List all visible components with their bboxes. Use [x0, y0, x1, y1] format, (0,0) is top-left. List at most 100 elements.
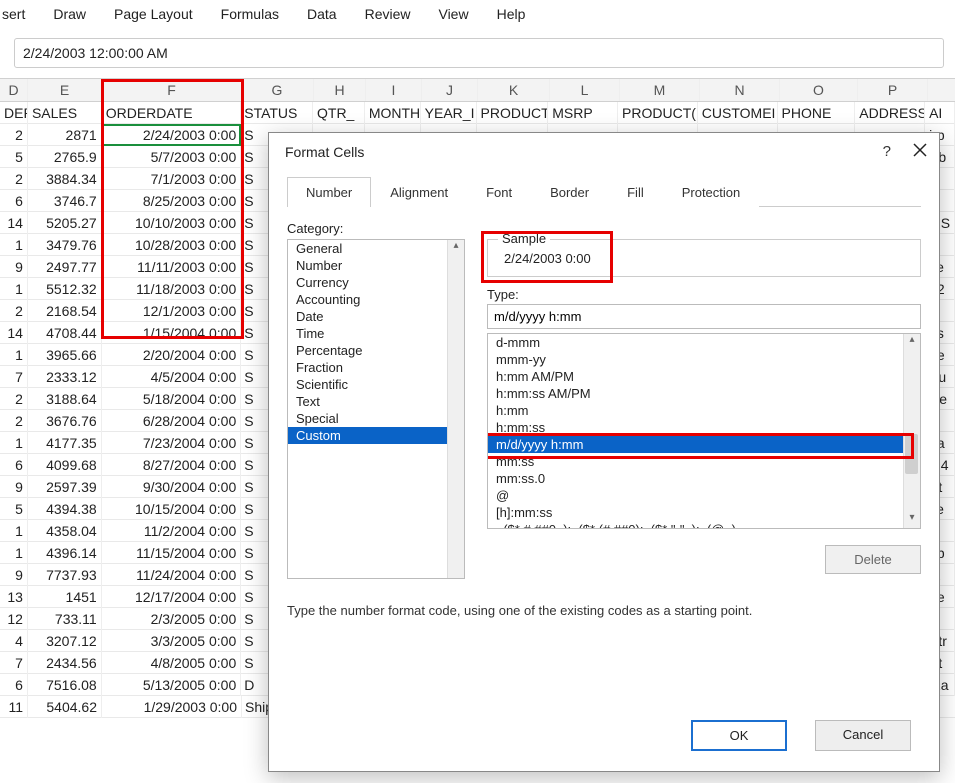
- category-list[interactable]: GeneralNumberCurrencyAccountingDateTimeP…: [287, 239, 465, 579]
- scroll-up-icon[interactable]: ▴: [904, 334, 920, 350]
- cell[interactable]: 1/29/2003 0:00: [102, 696, 242, 718]
- category-item[interactable]: Accounting: [288, 291, 464, 308]
- menu-page-layout[interactable]: Page Layout: [114, 6, 193, 22]
- menu-formulas[interactable]: Formulas: [221, 6, 279, 22]
- cell[interactable]: 10/10/2003 0:00: [102, 212, 242, 234]
- type-scrollbar[interactable]: ▴ ▾: [903, 334, 920, 528]
- type-item[interactable]: mm:ss: [488, 453, 920, 470]
- tab-number[interactable]: Number: [287, 177, 371, 207]
- cell[interactable]: 1: [0, 344, 28, 366]
- header-cell[interactable]: ADDRESSL: [855, 102, 925, 124]
- cell[interactable]: 2: [0, 124, 28, 146]
- cell[interactable]: 3884.34: [28, 168, 102, 190]
- cell[interactable]: 14: [0, 212, 28, 234]
- cell[interactable]: 7: [0, 652, 28, 674]
- cell[interactable]: 7516.08: [28, 674, 102, 696]
- category-scrollbar[interactable]: ▴: [447, 240, 464, 578]
- col-J[interactable]: J: [422, 79, 478, 101]
- cell[interactable]: 3207.12: [28, 630, 102, 652]
- cell[interactable]: 2871: [28, 124, 102, 146]
- header-cell[interactable]: MONTH: [365, 102, 421, 124]
- cell[interactable]: 12: [0, 608, 28, 630]
- header-cell[interactable]: PHONE: [778, 102, 856, 124]
- cell[interactable]: 9/30/2004 0:00: [102, 476, 242, 498]
- menu-insert[interactable]: sert: [2, 6, 25, 22]
- col-E[interactable]: E: [28, 79, 102, 101]
- header-cell[interactable]: PRODUCTI: [477, 102, 549, 124]
- header-cell[interactable]: PRODUCT(: [618, 102, 698, 124]
- type-item[interactable]: _($* #,##0_);_($* (#,##0);_($* "-"_);_(@…: [488, 521, 920, 529]
- cell[interactable]: 8/25/2003 0:00: [102, 190, 242, 212]
- header-cell[interactable]: AI: [925, 102, 955, 124]
- cell[interactable]: 1451: [28, 586, 102, 608]
- cell[interactable]: 5404.62: [28, 696, 102, 718]
- cell[interactable]: 8/27/2004 0:00: [102, 454, 242, 476]
- cell[interactable]: 10/28/2003 0:00: [102, 234, 242, 256]
- type-item[interactable]: @: [488, 487, 920, 504]
- cell[interactable]: 11/15/2004 0:00: [102, 542, 242, 564]
- category-item[interactable]: Special: [288, 410, 464, 427]
- cell[interactable]: 9: [0, 564, 28, 586]
- type-item[interactable]: [h]:mm:ss: [488, 504, 920, 521]
- cell[interactable]: 3/3/2005 0:00: [102, 630, 242, 652]
- cell[interactable]: 2434.56: [28, 652, 102, 674]
- col-M[interactable]: M: [620, 79, 700, 101]
- cancel-button[interactable]: Cancel: [815, 720, 911, 751]
- cell[interactable]: 6: [0, 454, 28, 476]
- cell[interactable]: 2765.9: [28, 146, 102, 168]
- tab-alignment[interactable]: Alignment: [371, 177, 467, 207]
- col-K[interactable]: K: [478, 79, 550, 101]
- cell[interactable]: 7737.93: [28, 564, 102, 586]
- cell[interactable]: 11/11/2003 0:00: [102, 256, 242, 278]
- type-item[interactable]: m/d/yyyy h:mm: [488, 436, 920, 453]
- category-item[interactable]: Number: [288, 257, 464, 274]
- category-item[interactable]: Date: [288, 308, 464, 325]
- col-I[interactable]: I: [366, 79, 422, 101]
- scroll-up-icon[interactable]: ▴: [448, 240, 464, 256]
- formula-bar[interactable]: 2/24/2003 12:00:00 AM: [14, 38, 944, 68]
- cell[interactable]: 6/28/2004 0:00: [102, 410, 242, 432]
- cell[interactable]: 3965.66: [28, 344, 102, 366]
- cell[interactable]: 3188.64: [28, 388, 102, 410]
- cell[interactable]: 1: [0, 234, 28, 256]
- col-O[interactable]: O: [780, 79, 858, 101]
- cell[interactable]: 4: [0, 630, 28, 652]
- cell[interactable]: 11/18/2003 0:00: [102, 278, 242, 300]
- cell[interactable]: 5/18/2004 0:00: [102, 388, 242, 410]
- scroll-thumb[interactable]: [905, 434, 918, 474]
- cell[interactable]: 3676.76: [28, 410, 102, 432]
- type-item[interactable]: d-mmm: [488, 334, 920, 351]
- header-cell[interactable]: CUSTOMEI: [698, 102, 778, 124]
- type-item[interactable]: mmm-yy: [488, 351, 920, 368]
- tab-fill[interactable]: Fill: [608, 177, 663, 207]
- cell[interactable]: 2/3/2005 0:00: [102, 608, 242, 630]
- cell[interactable]: 4177.35: [28, 432, 102, 454]
- menu-help[interactable]: Help: [497, 6, 526, 22]
- help-icon[interactable]: ?: [883, 143, 891, 160]
- cell[interactable]: 5/13/2005 0:00: [102, 674, 242, 696]
- cell[interactable]: 2: [0, 388, 28, 410]
- type-list[interactable]: d-mmmmmm-yyh:mm AM/PMh:mm:ss AM/PMh:mmh:…: [487, 333, 921, 529]
- cell[interactable]: 2: [0, 168, 28, 190]
- cell[interactable]: 1: [0, 432, 28, 454]
- cell[interactable]: 6: [0, 674, 28, 696]
- delete-button[interactable]: Delete: [825, 545, 921, 574]
- type-item[interactable]: mm:ss.0: [488, 470, 920, 487]
- cell[interactable]: 7: [0, 366, 28, 388]
- cell[interactable]: 2497.77: [28, 256, 102, 278]
- col-N[interactable]: N: [700, 79, 780, 101]
- col-P[interactable]: P: [858, 79, 928, 101]
- cell[interactable]: 11: [0, 696, 28, 718]
- cell[interactable]: 5205.27: [28, 212, 102, 234]
- type-item[interactable]: h:mm AM/PM: [488, 368, 920, 385]
- category-item[interactable]: Currency: [288, 274, 464, 291]
- cell[interactable]: 2333.12: [28, 366, 102, 388]
- cell[interactable]: 9: [0, 476, 28, 498]
- cell[interactable]: 14: [0, 322, 28, 344]
- menu-draw[interactable]: Draw: [53, 6, 86, 22]
- category-item[interactable]: Text: [288, 393, 464, 410]
- cell[interactable]: 2/20/2004 0:00: [102, 344, 242, 366]
- cell[interactable]: 5: [0, 146, 28, 168]
- cell[interactable]: 4/5/2004 0:00: [102, 366, 242, 388]
- cell[interactable]: 11/24/2004 0:00: [102, 564, 242, 586]
